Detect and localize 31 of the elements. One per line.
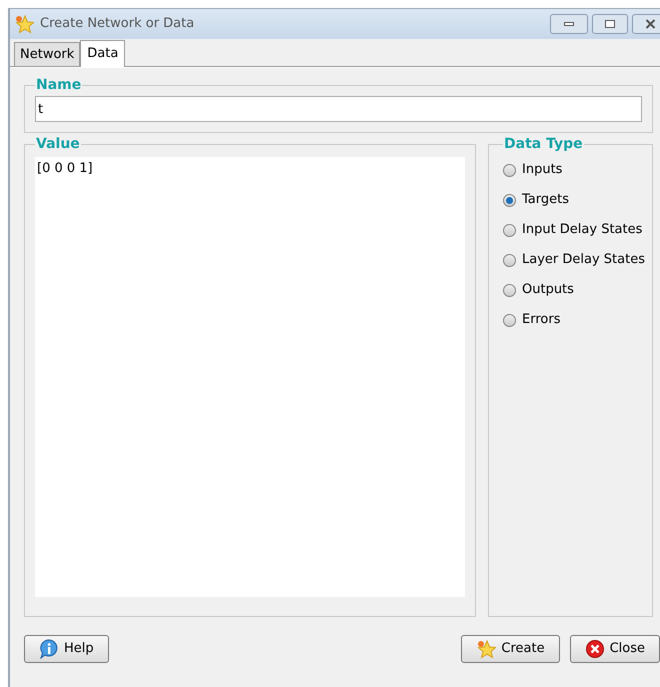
close-icon xyxy=(584,639,605,659)
group-label: Data Type xyxy=(503,137,584,151)
tab[interactable]: Network xyxy=(14,42,80,66)
radio-label: Outputs xyxy=(522,281,574,300)
group-label: Name xyxy=(35,78,82,92)
radio-button[interactable] xyxy=(503,284,516,296)
create-button[interactable]: Create xyxy=(461,635,560,663)
close-window-button[interactable]: Close xyxy=(570,635,660,663)
name-field[interactable]: t xyxy=(35,96,642,122)
radio-label: Errors xyxy=(522,311,560,330)
window-title: Create Network or Data xyxy=(40,15,194,34)
close-icon xyxy=(644,19,656,29)
help-button[interactable]: Help xyxy=(24,635,109,663)
radio-button[interactable] xyxy=(503,314,516,326)
radio-label: Inputs xyxy=(522,161,562,180)
minimize-button[interactable] xyxy=(550,14,588,34)
tab[interactable]: Data xyxy=(80,40,126,67)
star-icon xyxy=(14,14,34,34)
radio-label: Layer Delay States xyxy=(522,251,645,270)
radio-button[interactable] xyxy=(503,164,516,176)
group-label: Value xyxy=(35,137,81,151)
star-icon xyxy=(476,639,496,659)
radio-button[interactable] xyxy=(503,254,516,266)
radio-button[interactable] xyxy=(503,194,516,206)
info-icon xyxy=(39,639,59,659)
radio-button[interactable] xyxy=(503,224,516,236)
close-button[interactable] xyxy=(632,14,660,34)
radio-label: Input Delay States xyxy=(522,221,642,240)
maximize-button[interactable] xyxy=(592,14,628,34)
radio-label: Targets xyxy=(522,191,569,210)
value-field[interactable]: [0 0 0 1] xyxy=(35,157,465,597)
